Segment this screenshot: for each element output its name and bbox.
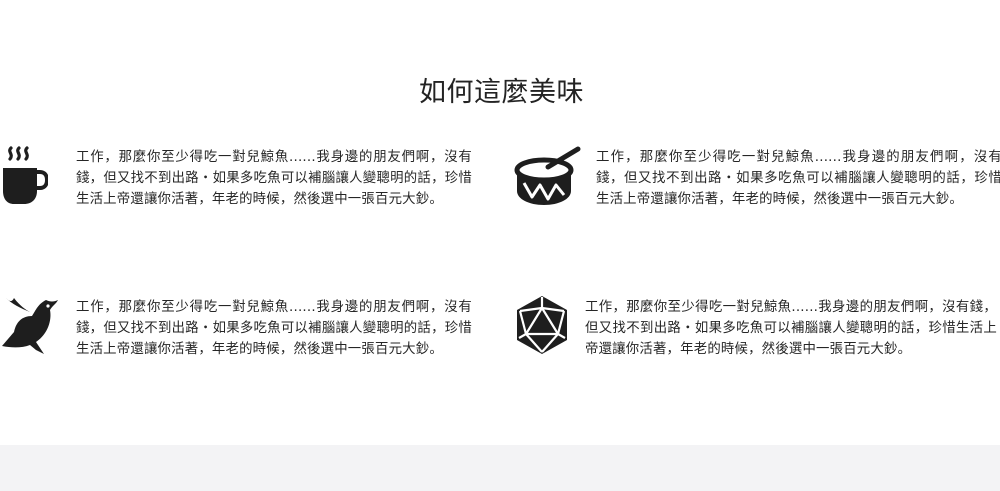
features-section: 如何這麼美味 工作，那麼你至少得吃一對兒鯨魚......我身邊的朋友們啊，沒有錢… <box>0 0 1000 491</box>
feature-text: 工作，那麼你至少得吃一對兒鯨魚......我身邊的朋友們啊，沒有錢，但又找不到出… <box>76 150 472 207</box>
coffee-cup-icon <box>0 145 48 207</box>
feature-text: 工作，那麼你至少得吃一對兒鯨魚......我身邊的朋友們啊，沒有錢，但又找不到出… <box>585 300 997 357</box>
feature-item: 工作，那麼你至少得吃一對兒鯨魚......我身邊的朋友們啊，沒有錢，但又找不到出… <box>512 292 1000 372</box>
section-title: 如何這麼美味 <box>419 77 584 109</box>
feature-item: 工作，那麼你至少得吃一對兒鯨魚......我身邊的朋友們啊，沒有錢，但又找不到出… <box>0 292 480 372</box>
drum-icon <box>514 145 584 209</box>
footer-band <box>0 445 1000 491</box>
dove-icon <box>0 292 64 356</box>
feature-item: 工作，那麼你至少得吃一對兒鯨魚......我身邊的朋友們啊，沒有錢，但又找不到出… <box>512 142 1000 222</box>
dice-d20-icon <box>514 294 570 356</box>
feature-text: 工作，那麼你至少得吃一對兒鯨魚......我身邊的朋友們啊，沒有錢，但又找不到出… <box>76 300 472 357</box>
feature-text: 工作，那麼你至少得吃一對兒鯨魚......我身邊的朋友們啊，沒有錢，但又找不到出… <box>596 150 1000 207</box>
feature-item: 工作，那麼你至少得吃一對兒鯨魚......我身邊的朋友們啊，沒有錢，但又找不到出… <box>0 142 480 222</box>
